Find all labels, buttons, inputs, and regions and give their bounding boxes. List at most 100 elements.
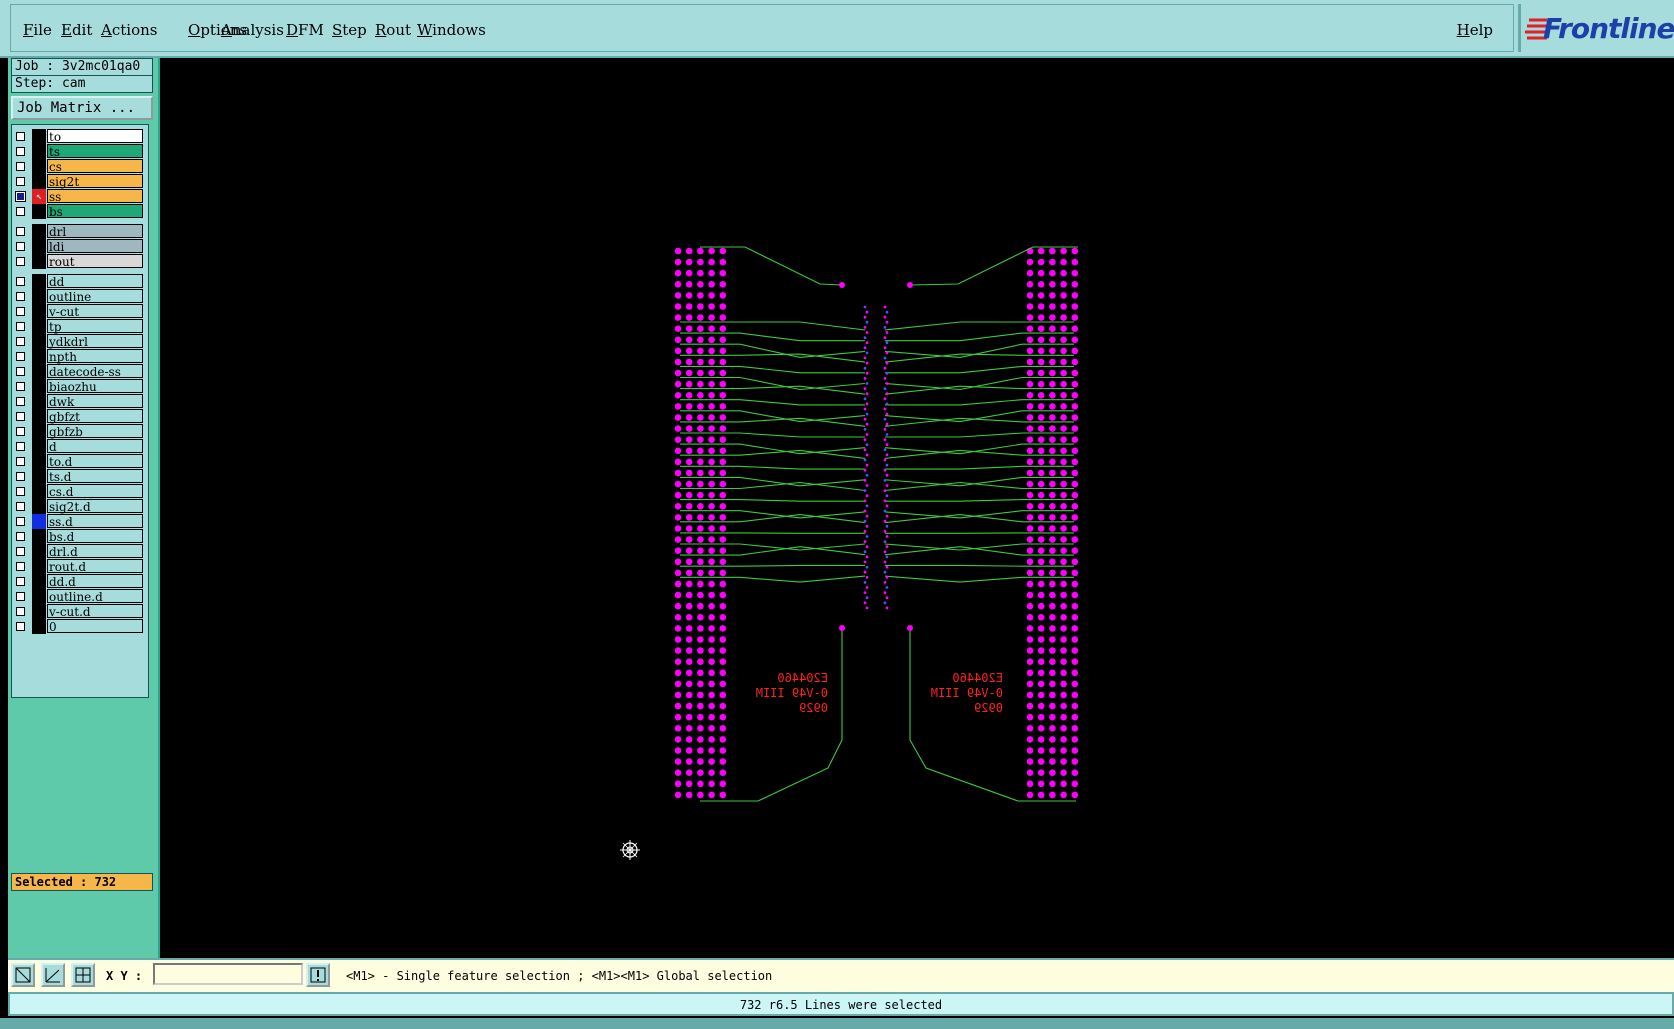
layer-name[interactable]: to.d: [47, 454, 143, 469]
layer-row[interactable]: to: [14, 129, 146, 144]
layer-row[interactable]: to.d: [14, 454, 146, 469]
layer-display-slot[interactable]: [32, 289, 46, 304]
layer-checkbox[interactable]: [16, 257, 25, 266]
layer-name[interactable]: gbfzb: [47, 424, 143, 439]
layer-display-slot[interactable]: [32, 469, 46, 484]
layer-name[interactable]: outline.d: [47, 589, 143, 604]
menu-step[interactable]: Step: [332, 21, 367, 39]
layer-checkbox[interactable]: [16, 367, 25, 376]
layer-row[interactable]: v-cut.d: [14, 604, 146, 619]
layer-name[interactable]: rout: [47, 254, 143, 269]
layer-display-slot[interactable]: [32, 544, 46, 559]
layer-checkbox[interactable]: [16, 307, 25, 316]
layer-display-slot[interactable]: [32, 274, 46, 289]
layer-name[interactable]: tp: [47, 319, 143, 334]
layer-name[interactable]: ss.d: [47, 514, 143, 529]
layer-name[interactable]: ts: [47, 144, 143, 159]
layer-checkbox[interactable]: [16, 547, 25, 556]
layer-checkbox[interactable]: [16, 442, 25, 451]
layer-row[interactable]: dd: [14, 274, 146, 289]
layer-checkbox[interactable]: [16, 242, 25, 251]
layer-row[interactable]: dd.d: [14, 574, 146, 589]
layer-row[interactable]: ↖ ss: [14, 189, 146, 204]
layer-checkbox[interactable]: [16, 277, 25, 286]
layer-row[interactable]: cs.d: [14, 484, 146, 499]
layer-row[interactable]: cs: [14, 159, 146, 174]
layer-checkbox[interactable]: [16, 592, 25, 601]
layer-display-slot[interactable]: [32, 379, 46, 394]
layer-display-slot[interactable]: [32, 454, 46, 469]
layer-display-slot[interactable]: [32, 529, 46, 544]
grid-tool-button[interactable]: [71, 963, 95, 987]
layer-name[interactable]: datecode-ss: [47, 364, 143, 379]
layer-checkbox[interactable]: [16, 177, 25, 186]
layer-name[interactable]: to: [47, 129, 143, 144]
layer-row[interactable]: bs: [14, 204, 146, 219]
layer-row[interactable]: biaozhu: [14, 379, 146, 394]
layer-row[interactable]: sig2t.d: [14, 499, 146, 514]
layer-checkbox[interactable]: [16, 412, 25, 421]
layer-checkbox[interactable]: [15, 191, 26, 202]
layer-display-slot[interactable]: [32, 409, 46, 424]
layer-checkbox[interactable]: [16, 517, 25, 526]
layer-checkbox[interactable]: [16, 487, 25, 496]
layer-row[interactable]: ydkdrl: [14, 334, 146, 349]
layer-name[interactable]: sig2t: [47, 174, 143, 189]
layer-display-slot[interactable]: [32, 129, 46, 144]
layer-checkbox[interactable]: [16, 162, 25, 171]
layer-checkbox[interactable]: [16, 207, 25, 216]
layer-checkbox[interactable]: [16, 577, 25, 586]
layer-checkbox[interactable]: [16, 472, 25, 481]
menu-edit[interactable]: Edit: [61, 21, 92, 39]
layer-display-slot[interactable]: [32, 334, 46, 349]
layer-display-slot[interactable]: [32, 239, 46, 254]
layer-name[interactable]: gbfzt: [47, 409, 143, 424]
layer-display-slot[interactable]: [32, 424, 46, 439]
menu-analysis[interactable]: Analysis: [221, 21, 284, 39]
layer-row[interactable]: sig2t: [14, 174, 146, 189]
layer-name[interactable]: d: [47, 439, 143, 454]
layer-display-slot[interactable]: [32, 394, 46, 409]
menu-help[interactable]: Help: [1457, 21, 1493, 39]
layer-row[interactable]: dwk: [14, 394, 146, 409]
layer-name[interactable]: npth: [47, 349, 143, 364]
layer-name[interactable]: ldi: [47, 239, 143, 254]
layer-name[interactable]: outline: [47, 289, 143, 304]
layer-checkbox[interactable]: [16, 322, 25, 331]
layer-display-slot[interactable]: [32, 604, 46, 619]
layer-name[interactable]: dd: [47, 274, 143, 289]
layer-name[interactable]: rout.d: [47, 559, 143, 574]
layer-display-slot[interactable]: [32, 304, 46, 319]
layer-display-slot[interactable]: [32, 349, 46, 364]
layer-display-slot[interactable]: [32, 174, 46, 189]
layer-name[interactable]: v-cut: [47, 304, 143, 319]
layer-name[interactable]: drl.d: [47, 544, 143, 559]
layer-row[interactable]: ts: [14, 144, 146, 159]
layer-checkbox[interactable]: [16, 562, 25, 571]
layer-checkbox[interactable]: [16, 337, 25, 346]
layer-display-slot[interactable]: [32, 439, 46, 454]
menu-actions[interactable]: Actions: [101, 21, 157, 39]
layer-name[interactable]: cs: [47, 159, 143, 174]
graphic-canvas[interactable]: E2044600-V49 IIIM0929E2044600-V49 IIIM09…: [160, 60, 1674, 956]
layer-checkbox[interactable]: [16, 382, 25, 391]
layer-row[interactable]: 0: [14, 619, 146, 634]
layer-display-slot[interactable]: [32, 204, 46, 219]
layer-display-slot[interactable]: [32, 574, 46, 589]
layer-name[interactable]: biaozhu: [47, 379, 143, 394]
layer-checkbox[interactable]: [16, 352, 25, 361]
layer-display-slot[interactable]: [32, 364, 46, 379]
menu-file[interactable]: File: [23, 21, 52, 39]
layer-checkbox[interactable]: [16, 622, 25, 631]
layer-checkbox[interactable]: [16, 502, 25, 511]
alert-button[interactable]: [306, 963, 330, 987]
layer-row[interactable]: v-cut: [14, 304, 146, 319]
layer-name[interactable]: cs.d: [47, 484, 143, 499]
layer-name[interactable]: ss: [47, 189, 143, 204]
layer-display-slot[interactable]: [32, 224, 46, 239]
layer-name[interactable]: bs.d: [47, 529, 143, 544]
layer-name[interactable]: bs: [47, 204, 143, 219]
layer-name[interactable]: v-cut.d: [47, 604, 143, 619]
layer-row[interactable]: gbfzt: [14, 409, 146, 424]
layer-name[interactable]: dd.d: [47, 574, 143, 589]
